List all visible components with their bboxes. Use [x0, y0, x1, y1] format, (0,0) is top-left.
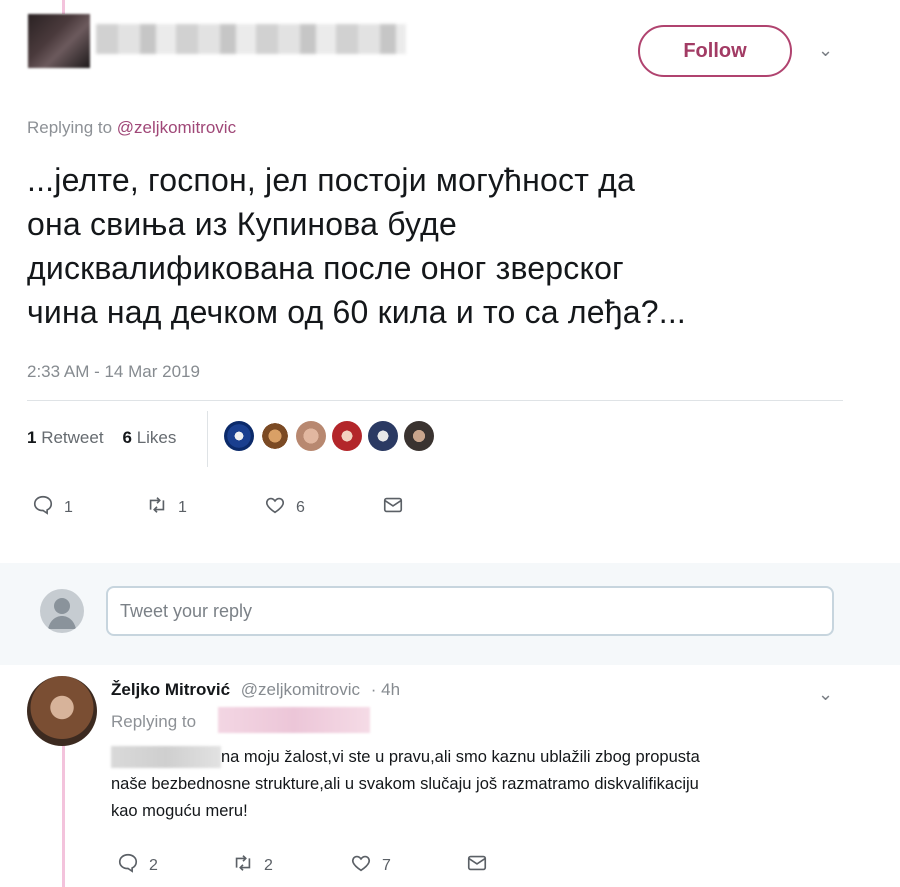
reply-action[interactable]: 1: [32, 494, 73, 521]
reply-icon: [32, 494, 54, 521]
reply-author-name[interactable]: Željko Mitrović: [111, 680, 230, 699]
reply-text-line: naše bezbednosne strukture,ali u svakom …: [111, 775, 699, 793]
message-icon: [382, 494, 404, 521]
retweet-action[interactable]: 1: [146, 494, 187, 521]
stats-separator: [207, 411, 208, 467]
message-icon: [466, 852, 488, 879]
tweet-text-line: ...јелте, госпон, јел постоји могућност …: [27, 162, 636, 198]
replying-handle-blurred[interactable]: [218, 707, 370, 733]
default-avatar-icon: [40, 589, 84, 633]
reply-header: Željko Mitrović @zeljkomitrovic · 4h: [111, 680, 400, 700]
reply-replying-to: Replying to: [111, 712, 197, 731]
retweet-stat[interactable]: 1 Retweet: [27, 428, 104, 447]
reply-action[interactable]: 2: [117, 852, 158, 879]
retweet-count: 1: [178, 498, 187, 516]
tweet-text-line: чина над дечком од 60 кила и то са леђа?…: [27, 294, 687, 330]
thread-line-bottom: [62, 742, 65, 887]
chevron-down-icon[interactable]: ⌄: [818, 684, 833, 705]
tweet-timestamp[interactable]: 2:33 AM - 14 Mar 2019: [27, 362, 200, 382]
chevron-down-icon[interactable]: ⌄: [818, 40, 833, 61]
like-count: 6: [296, 498, 305, 516]
reply-count: 2: [149, 856, 158, 874]
likes-stat[interactable]: 6 Likes: [122, 428, 176, 447]
like-action[interactable]: 6: [264, 494, 305, 521]
like-icon: [350, 852, 372, 879]
reply-author-avatar[interactable]: [27, 676, 97, 746]
tweet-text-line: дисквалификована после оног зверског: [27, 250, 624, 286]
replying-to: Replying to @zeljkomitrovic: [27, 118, 236, 138]
retweet-count: 2: [264, 856, 273, 874]
liker-avatar[interactable]: [224, 421, 254, 451]
reply-input[interactable]: Tweet your reply: [106, 586, 834, 636]
reply-text: na moju žalost,vi ste u pravu,ali smo ka…: [111, 744, 851, 825]
reply-count: 1: [64, 498, 73, 516]
liker-avatar[interactable]: [260, 421, 290, 451]
reply-time[interactable]: · 4h: [371, 680, 400, 699]
replying-label: Replying to: [27, 118, 113, 137]
message-action[interactable]: [466, 852, 488, 879]
author-name-blurred[interactable]: [96, 24, 406, 54]
reply-icon: [117, 852, 139, 879]
reply-text-line: na moju žalost,vi ste u pravu,ali smo ka…: [221, 748, 700, 766]
retweet-icon: [146, 494, 168, 521]
tweet-text-line: она свиња из Купинова буде: [27, 206, 458, 242]
reply-text-line: kao moguću meru!: [111, 802, 248, 820]
liker-avatar[interactable]: [296, 421, 326, 451]
liker-avatar[interactable]: [404, 421, 434, 451]
replying-handle-link[interactable]: @zeljkomitrovic: [117, 118, 236, 137]
liker-avatar[interactable]: [368, 421, 398, 451]
like-action[interactable]: 7: [350, 852, 391, 879]
liker-avatar[interactable]: [332, 421, 362, 451]
follow-button[interactable]: Follow: [638, 25, 792, 77]
message-action[interactable]: [382, 494, 404, 521]
like-icon: [264, 494, 286, 521]
tweet-text: ...јелте, госпон, јел постоји могућност …: [27, 158, 847, 334]
tweet-stats: 1 Retweet 6 Likes: [27, 428, 176, 448]
author-avatar-blurred[interactable]: [28, 14, 90, 68]
thread-line-top: [62, 0, 65, 14]
retweet-action[interactable]: 2: [232, 852, 273, 879]
reply-author-handle[interactable]: @zeljkomitrovic: [241, 680, 360, 699]
retweet-icon: [232, 852, 254, 879]
like-count: 7: [382, 856, 391, 874]
liker-avatars: [224, 421, 434, 451]
divider: [27, 400, 843, 401]
